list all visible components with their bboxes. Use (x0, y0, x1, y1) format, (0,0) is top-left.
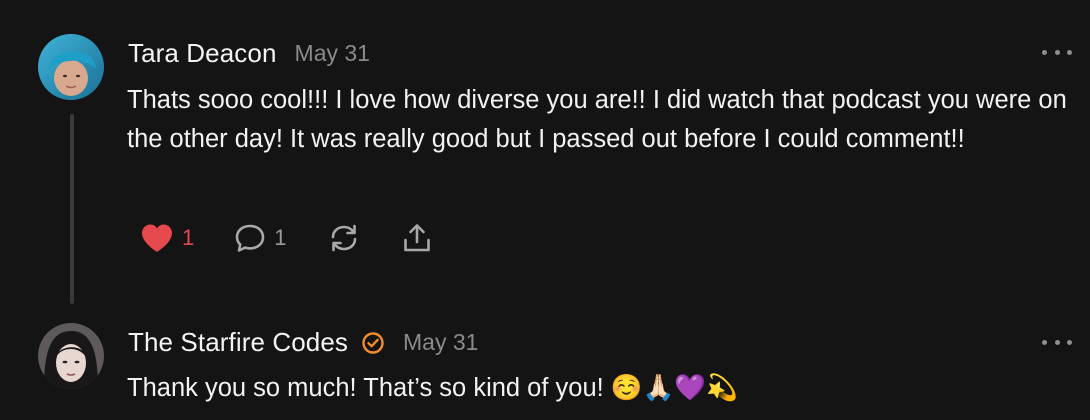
comment-text: Thank you so much! That’s so kind of you… (127, 374, 738, 402)
heart-icon (140, 223, 174, 253)
reply-button[interactable]: 1 (234, 223, 287, 253)
more-icon[interactable] (1042, 335, 1072, 349)
restack-button[interactable] (327, 222, 361, 254)
comment-text: Thats sooo cool!!! I love how diverse yo… (127, 86, 1074, 153)
comment-actions: 1 1 (140, 218, 473, 258)
comment: The Starfire Codes May 31 Thank you so m… (0, 300, 1090, 420)
share-button[interactable] (401, 222, 433, 254)
restack-icon (327, 222, 361, 254)
comment-header: The Starfire Codes May 31 (128, 327, 478, 358)
reply-count: 1 (274, 225, 287, 250)
like-count: 1 (182, 225, 195, 250)
share-icon (401, 222, 433, 254)
thread-line (70, 114, 74, 304)
like-button[interactable]: 1 (140, 223, 194, 253)
avatar[interactable] (38, 34, 104, 100)
more-icon[interactable] (1042, 45, 1072, 59)
comment: Tara Deacon May 31 Thats sooo cool!!! I … (0, 0, 1090, 304)
verified-icon (361, 331, 385, 355)
avatar[interactable] (38, 323, 104, 389)
comment-date[interactable]: May 31 (295, 40, 370, 67)
comment-icon (234, 223, 266, 253)
comment-header: Tara Deacon May 31 (128, 38, 370, 69)
comment-thread: Tara Deacon May 31 Thats sooo cool!!! I … (0, 0, 1090, 420)
comment-date[interactable]: May 31 (403, 329, 478, 356)
author-name[interactable]: Tara Deacon (128, 38, 277, 69)
author-name[interactable]: The Starfire Codes (128, 327, 348, 358)
